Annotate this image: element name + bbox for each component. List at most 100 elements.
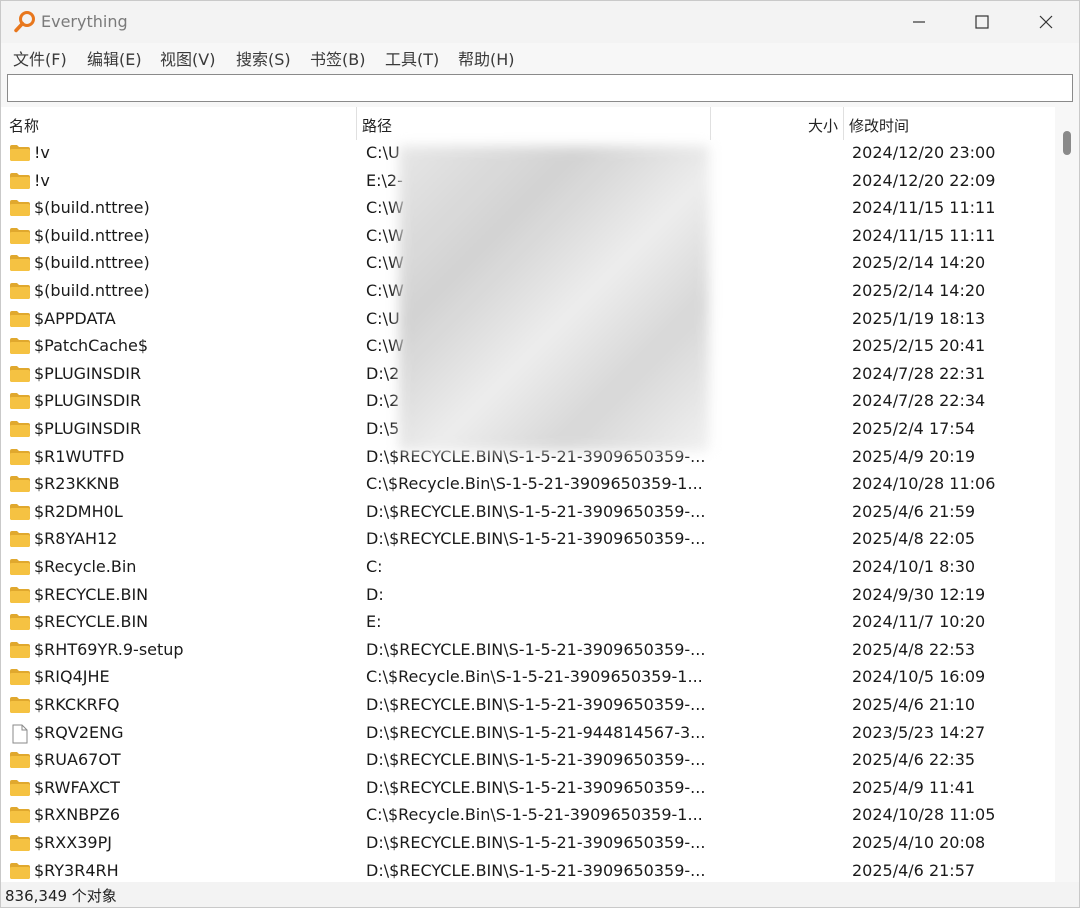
item-name: $RY3R4RH bbox=[34, 860, 119, 880]
list-item[interactable]: $RKCKRFQ D:\$RECYCLE.BIN\S-1-5-21-3909650… bbox=[1, 692, 1055, 720]
folder-icon bbox=[9, 282, 31, 300]
list-item[interactable]: $RQV2ENG D:\$RECYCLE.BIN\S-1-5-21-9448145… bbox=[1, 720, 1055, 748]
item-name: $(build.nttree) bbox=[34, 253, 150, 273]
item-modified: 2025/4/10 20:08 bbox=[852, 833, 986, 852]
item-path: E: bbox=[366, 612, 382, 632]
item-path: C:\$Recycle.Bin\S-1-5-21-3909650359-1... bbox=[366, 474, 703, 494]
item-name: $PLUGINSDIR bbox=[34, 363, 142, 383]
menu-tools[interactable]: 工具(T) bbox=[385, 46, 439, 70]
folder-icon bbox=[9, 779, 31, 797]
folder-icon bbox=[9, 392, 31, 410]
list-item[interactable]: $R23KKNB C:\$Recycle.Bin\S-1-5-21-3909650… bbox=[1, 471, 1055, 499]
magnifier-app-icon bbox=[14, 11, 35, 33]
list-item[interactable]: $RECYCLE.BIN D: 2024/9/30 12:19 bbox=[1, 582, 1055, 610]
folder-icon bbox=[9, 613, 31, 631]
column-modified-header[interactable]: 修改时间 bbox=[849, 115, 909, 136]
column-header: 名称 路径 大小 修改时间 bbox=[1, 107, 1055, 140]
list-item[interactable]: $RXNBPZ6 C:\$Recycle.Bin\S-1-5-21-3909650… bbox=[1, 802, 1055, 830]
list-item[interactable]: $R2DMH0L D:\$RECYCLE.BIN\S-1-5-21-3909650… bbox=[1, 499, 1055, 527]
column-divider[interactable] bbox=[710, 107, 711, 140]
menu-edit[interactable]: 编辑(E) bbox=[87, 46, 142, 70]
minimize-button[interactable] bbox=[887, 1, 951, 43]
scrollbar-thumb[interactable] bbox=[1063, 131, 1071, 155]
item-name: $RECYCLE.BIN bbox=[34, 612, 149, 632]
list-item[interactable]: $RIQ4JHE C:\$Recycle.Bin\S-1-5-21-3909650… bbox=[1, 664, 1055, 692]
folder-icon bbox=[9, 834, 31, 852]
menu-view[interactable]: 视图(V) bbox=[160, 46, 215, 70]
list-item[interactable]: $RY3R4RH D:\$RECYCLE.BIN\S-1-5-21-3909650… bbox=[1, 858, 1055, 882]
column-name-header[interactable]: 名称 bbox=[9, 115, 39, 136]
item-path: E:\2- bbox=[366, 170, 403, 190]
search-input[interactable] bbox=[7, 74, 1073, 102]
item-name: $APPDATA bbox=[34, 308, 116, 328]
list-item[interactable]: $RHT69YR.9-setup D:\$RECYCLE.BIN\S-1-5-21… bbox=[1, 637, 1055, 665]
maximize-button[interactable] bbox=[950, 1, 1014, 43]
item-modified: 2024/11/7 10:20 bbox=[852, 612, 986, 632]
folder-icon bbox=[9, 144, 31, 162]
menu-help[interactable]: 帮助(H) bbox=[458, 46, 515, 70]
item-modified: 2024/7/28 22:31 bbox=[852, 363, 986, 383]
item-modified: 2025/2/15 20:41 bbox=[852, 336, 986, 356]
window-title: Everything bbox=[41, 12, 128, 31]
item-name: $RQV2ENG bbox=[34, 722, 124, 742]
item-name: $RUA67OT bbox=[34, 750, 121, 770]
object-count: 836,349 个对象 bbox=[5, 887, 117, 905]
folder-icon bbox=[9, 862, 31, 880]
item-modified: 2025/2/4 17:54 bbox=[852, 419, 976, 438]
folder-icon bbox=[9, 337, 31, 355]
folder-icon bbox=[9, 641, 31, 659]
item-modified: 2024/10/5 16:09 bbox=[852, 667, 986, 687]
folder-icon bbox=[9, 751, 31, 769]
folder-icon bbox=[9, 558, 31, 576]
item-modified: 2024/11/15 11:11 bbox=[852, 198, 996, 218]
everything-window: Everything 文件(F) 编辑(E) 视图(V) 搜索(S) 书签(B)… bbox=[0, 0, 1080, 908]
vertical-scrollbar[interactable] bbox=[1055, 107, 1079, 882]
list-item[interactable]: $R8YAH12 D:\$RECYCLE.BIN\S-1-5-21-3909650… bbox=[1, 526, 1055, 554]
item-path: D:\5 bbox=[366, 419, 400, 438]
folder-icon bbox=[9, 199, 31, 217]
close-icon bbox=[1039, 15, 1053, 29]
column-divider[interactable] bbox=[843, 107, 844, 140]
item-name: $Recycle.Bin bbox=[34, 557, 137, 576]
item-modified: 2023/5/23 14:27 bbox=[852, 722, 986, 742]
item-modified: 2025/4/9 11:41 bbox=[852, 777, 976, 797]
item-modified: 2025/4/8 22:05 bbox=[852, 529, 976, 549]
item-modified: 2024/11/15 11:11 bbox=[852, 225, 996, 245]
item-modified: 2024/12/20 22:09 bbox=[852, 170, 996, 190]
folder-icon bbox=[9, 503, 31, 521]
item-modified: 2024/10/1 8:30 bbox=[852, 557, 976, 576]
item-name: $R1WUTFD bbox=[34, 446, 125, 466]
close-button[interactable] bbox=[1014, 1, 1078, 43]
item-modified: 2025/4/6 21:57 bbox=[852, 860, 976, 880]
folder-icon bbox=[9, 696, 31, 714]
item-name: $(build.nttree) bbox=[34, 198, 150, 218]
item-modified: 2025/4/6 21:59 bbox=[852, 501, 976, 521]
item-path: C: bbox=[366, 557, 383, 576]
list-item[interactable]: $RUA67OT D:\$RECYCLE.BIN\S-1-5-21-3909650… bbox=[1, 747, 1055, 775]
item-path: D:\$RECYCLE.BIN\S-1-5-21-3909650359-... bbox=[366, 750, 706, 770]
item-path: C:\$Recycle.Bin\S-1-5-21-3909650359-1... bbox=[366, 805, 703, 825]
folder-icon bbox=[9, 448, 31, 466]
folder-icon bbox=[9, 365, 31, 383]
list-item[interactable]: $RECYCLE.BIN E: 2024/11/7 10:20 bbox=[1, 609, 1055, 637]
item-path: D:\$RECYCLE.BIN\S-1-5-21-3909650359-... bbox=[366, 833, 706, 852]
item-path: D: bbox=[366, 584, 384, 604]
menu-search[interactable]: 搜索(S) bbox=[236, 46, 291, 70]
title-bar[interactable]: Everything bbox=[1, 1, 1079, 43]
list-item[interactable]: $RWFAXCT D:\$RECYCLE.BIN\S-1-5-21-3909650… bbox=[1, 775, 1055, 803]
column-size-header[interactable]: 大小 bbox=[808, 115, 838, 136]
item-path: D:\$RECYCLE.BIN\S-1-5-21-3909650359-... bbox=[366, 501, 706, 521]
item-name: $(build.nttree) bbox=[34, 225, 150, 245]
menu-file[interactable]: 文件(F) bbox=[13, 46, 67, 70]
item-name: $PLUGINSDIR bbox=[34, 419, 142, 438]
list-item[interactable]: $Recycle.Bin C: 2024/10/1 8:30 bbox=[1, 554, 1055, 582]
folder-icon bbox=[9, 668, 31, 686]
minimize-icon bbox=[913, 21, 925, 23]
column-path-header[interactable]: 路径 bbox=[362, 115, 392, 136]
redacted-region bbox=[399, 146, 709, 451]
column-divider[interactable] bbox=[356, 107, 357, 140]
file-icon bbox=[9, 724, 31, 744]
item-modified: 2025/4/6 22:35 bbox=[852, 750, 976, 770]
list-item[interactable]: $RXX39PJ D:\$RECYCLE.BIN\S-1-5-21-3909650… bbox=[1, 830, 1055, 858]
menu-bookmarks[interactable]: 书签(B) bbox=[310, 46, 365, 70]
